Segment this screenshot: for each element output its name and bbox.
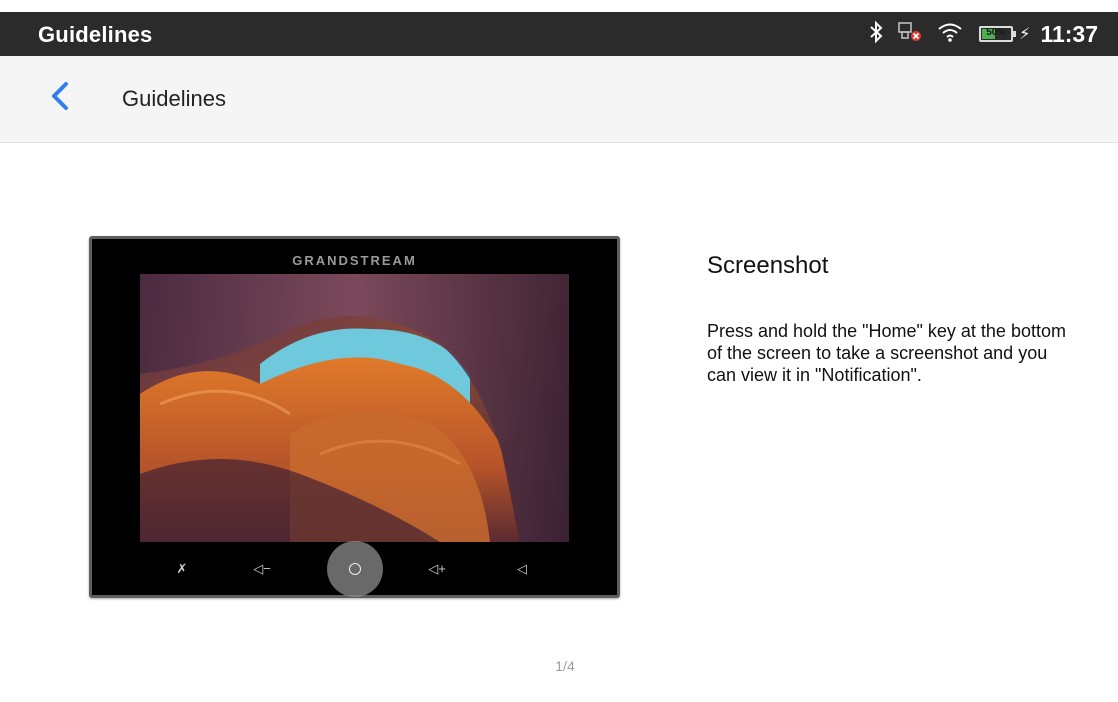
network-error-icon (897, 21, 923, 48)
status-icons: 50% ⚡ 11:37 (855, 18, 1098, 50)
home-key-highlight (327, 541, 383, 597)
status-bar-title: Guidelines (38, 22, 153, 47)
device-soft-keys: ✗ ◁− ◁+ ◁ (92, 539, 617, 597)
bluetooth-icon (869, 20, 883, 48)
page-indicator: 1/4 (555, 658, 575, 674)
device-screen-wallpaper (140, 274, 569, 542)
status-bar: Guidelines 50% ⚡ 11:37 (0, 0, 1118, 56)
chevron-left-icon (50, 81, 70, 116)
charging-icon: ⚡ (1019, 26, 1031, 43)
guide-title: Screenshot (707, 252, 829, 279)
back-button[interactable] (40, 78, 80, 118)
status-time: 11:37 (1040, 20, 1098, 47)
device-illustration: GRANDSTREAM ✗ ◁− ◁+ ◁ (89, 236, 620, 598)
page-title: Guidelines (122, 86, 226, 111)
battery-icon: 50% (979, 26, 1017, 42)
home-icon (349, 563, 361, 575)
app-bar: Guidelines (0, 56, 1118, 143)
guide-description: Press and hold the "Home" key at the bot… (707, 321, 1066, 385)
volume-down-icon: ◁− (253, 561, 271, 576)
wifi-icon (937, 21, 963, 48)
battery-percent: 50% (986, 27, 1007, 38)
volume-up-icon: ◁+ (428, 561, 446, 576)
mute-icon: ✗ (176, 561, 188, 576)
back-icon: ◁ (517, 561, 527, 576)
device-brand-logo: GRANDSTREAM (292, 253, 417, 268)
